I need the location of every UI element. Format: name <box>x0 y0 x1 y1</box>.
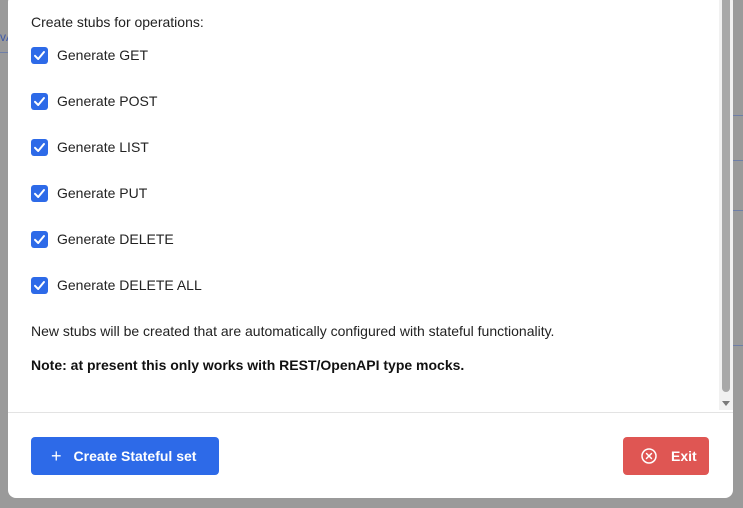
scroll-down-arrow-icon[interactable] <box>722 401 730 406</box>
option-label: Generate POST <box>57 93 158 109</box>
option-generate-delete-all[interactable]: Generate DELETE ALL <box>31 275 202 295</box>
note-text: Note: at present this only works with RE… <box>31 357 465 373</box>
scrollbar[interactable] <box>719 0 733 410</box>
background-divider <box>733 160 743 161</box>
dialog-content: Create stubs for operations: Generate GE… <box>8 0 719 410</box>
checkbox-delete-all[interactable] <box>31 276 48 294</box>
checkbox-put[interactable] <box>31 184 48 202</box>
background-divider <box>0 52 8 53</box>
check-icon <box>34 50 45 60</box>
operations-heading: Create stubs for operations: <box>31 14 204 30</box>
option-generate-list[interactable]: Generate LIST <box>31 137 149 157</box>
create-button-label: Create Stateful set <box>73 448 197 464</box>
background-divider <box>733 115 743 116</box>
checkbox-get[interactable] <box>31 46 48 64</box>
check-icon <box>34 234 45 244</box>
plus-icon: + <box>51 446 62 466</box>
background-divider <box>733 345 743 346</box>
checkbox-post[interactable] <box>31 92 48 110</box>
create-stateful-set-button[interactable]: + Create Stateful set <box>31 437 219 475</box>
option-label: Generate DELETE <box>57 231 174 247</box>
check-icon <box>34 96 45 106</box>
close-circle-icon <box>641 448 657 464</box>
exit-button[interactable]: Exit <box>623 437 709 475</box>
check-icon <box>34 280 45 290</box>
option-label: Generate GET <box>57 47 149 63</box>
option-generate-post[interactable]: Generate POST <box>31 91 157 111</box>
option-label: Generate PUT <box>57 185 148 201</box>
option-label: Generate DELETE ALL <box>57 277 202 293</box>
option-generate-delete[interactable]: Generate DELETE <box>31 229 174 249</box>
footer-divider <box>8 412 733 413</box>
option-label: Generate LIST <box>57 139 149 155</box>
check-icon <box>34 142 45 152</box>
checkbox-list[interactable] <box>31 138 48 156</box>
option-generate-get[interactable]: Generate GET <box>31 45 148 65</box>
checkbox-delete[interactable] <box>31 230 48 248</box>
stateful-set-dialog: Create stubs for operations: Generate GE… <box>8 0 733 498</box>
description-text: New stubs will be created that are autom… <box>31 323 555 339</box>
check-icon <box>34 188 45 198</box>
scrollbar-thumb[interactable] <box>722 0 730 392</box>
option-generate-put[interactable]: Generate PUT <box>31 183 147 203</box>
exit-button-label: Exit <box>671 448 697 464</box>
background-divider <box>733 210 743 211</box>
